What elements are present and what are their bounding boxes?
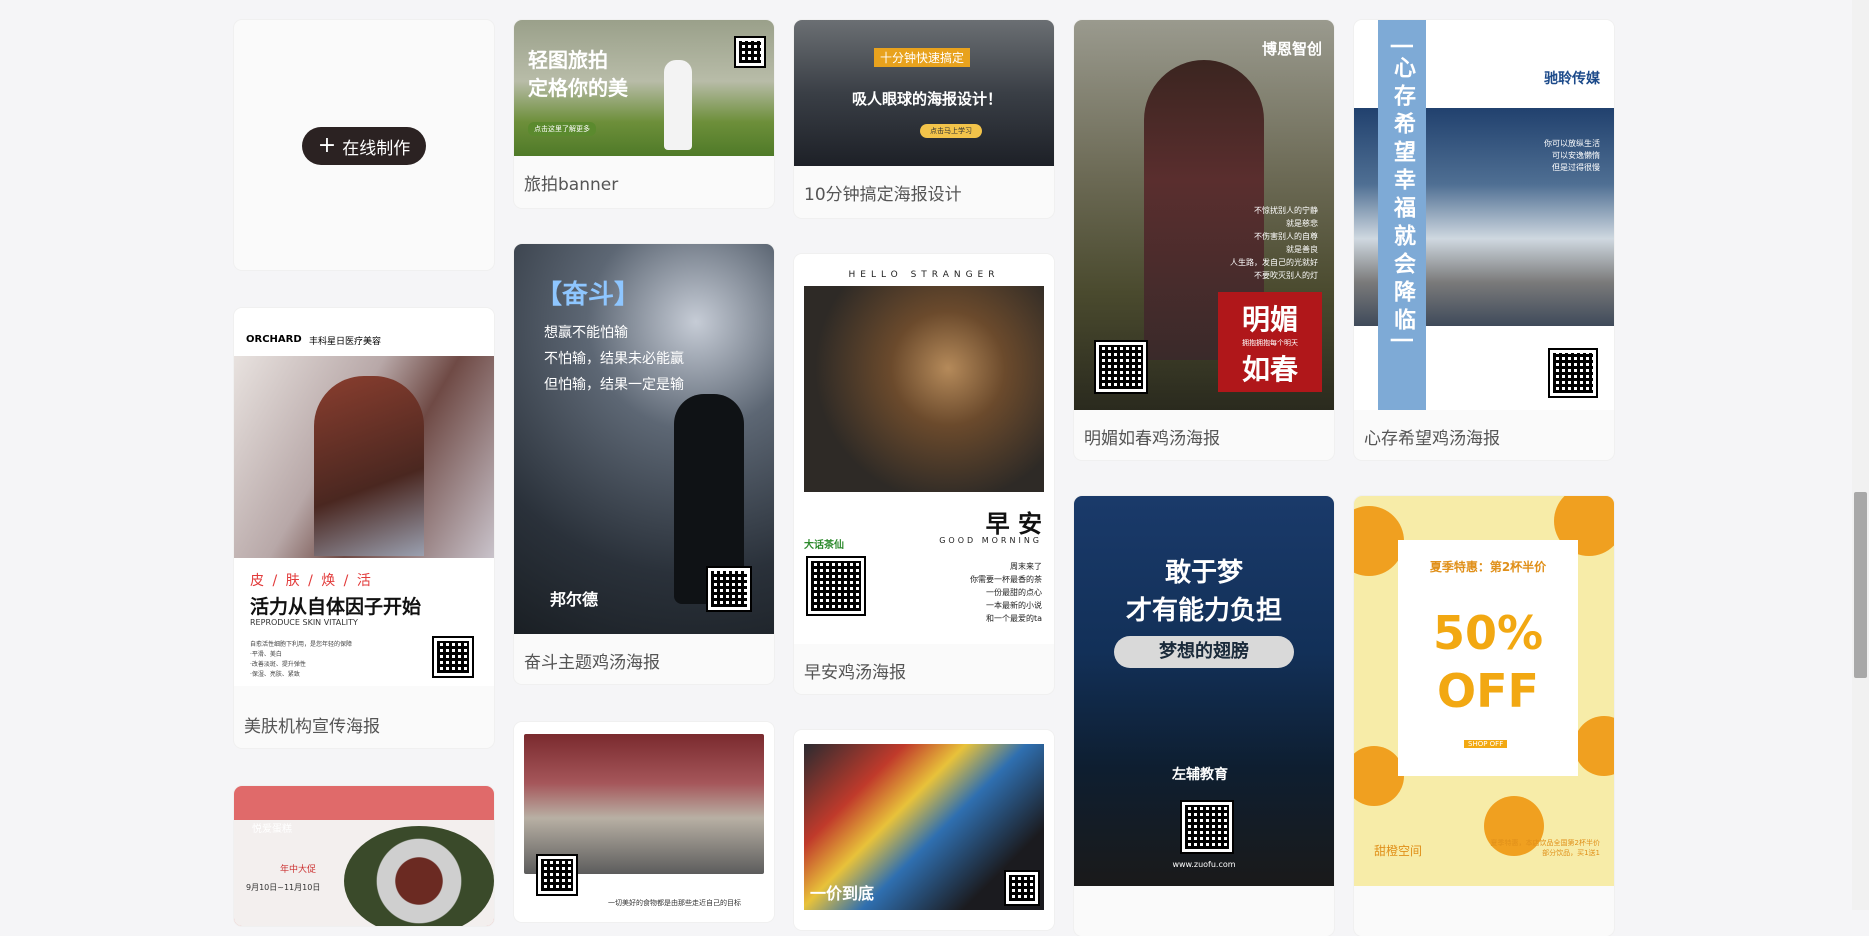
bright-lines: 不惊扰别人的宁静 就是慈悲 不伤害别人的自尊 就是善良 人生路，发自己的光就好 不要吹灭别… <box>1230 206 1318 280</box>
summer-brand: 甜橙空间 <box>1374 844 1423 858</box>
cake-tag: 年中大促 <box>280 865 317 875</box>
travel-thumbnail: 轻图旅拍 定格你的美 点击这里了解更多 <box>514 20 774 156</box>
summer-promo: 夏季特惠：第2杯半价 <box>1429 560 1547 574</box>
cake-thumbnail: 悦爱蛋糕 年中大促 9月10日~11月10日 <box>234 786 494 926</box>
beauty-en: REPRODUCE SKIN VITALITY <box>250 618 358 627</box>
template-card-fight[interactable]: 【奋斗】 想赢不能怕输 不怕输，结果未必能赢 但怕输，结果一定是输 邦尔德 奋斗主题… <box>514 244 774 684</box>
template-card-bright[interactable]: 博恩智创 不惊扰别人的宁静 就是慈悲 不伤害别人的自尊 就是善良 人生路，发自己的光就好… <box>1074 20 1334 460</box>
fight-thumbnail: 【奋斗】 想赢不能怕输 不怕输，结果未必能赢 但怕输，结果一定是输 邦尔德 <box>514 244 774 634</box>
template-card-road[interactable]: 一切美好的食物都是由那些走近自己的目标 <box>514 722 774 922</box>
scrollbar-thumb[interactable] <box>1854 492 1867 678</box>
travel-line1: 轻图旅拍 <box>528 48 608 72</box>
fight-lines: 想赢不能怕输 不怕输，结果未必能赢 但怕输，结果一定是输 <box>544 325 684 393</box>
bright-brand: 博恩智创 <box>1261 40 1322 58</box>
summer-note: 夏季特惠，本店饮品全国第2杯半价 部分饮品，买1送1 <box>1490 839 1600 857</box>
beauty-headline: 活力从自体因子开始 <box>250 596 422 618</box>
card-title: 心存希望鸡汤海报 <box>1364 429 1500 449</box>
template-card-dream[interactable]: 敢于梦 才有能力负担 梦想的翅膀 左辅教育 www.zuofu.com <box>1074 496 1334 936</box>
poster10-thumbnail: 十分钟快速搞定 吸人眼球的海报设计！ 点击马上学习 <box>794 20 1054 166</box>
card-title: 早安鸡汤海报 <box>804 663 906 683</box>
card-title: 美肤机构宣传海报 <box>244 717 380 737</box>
template-card-travel[interactable]: 轻图旅拍 定格你的美 点击这里了解更多 旅拍banner <box>514 20 774 208</box>
summer-shop: SHOP OFF <box>1464 740 1508 748</box>
qr-code-icon <box>806 556 866 616</box>
template-card-stationery[interactable]: 一价到底 <box>794 730 1054 930</box>
bright-thumbnail: 博恩智创 不惊扰别人的宁静 就是慈悲 不伤害别人的自尊 就是善良 人生路，发自己的光就好… <box>1074 20 1334 410</box>
summer-thumbnail: 夏季特惠：第2杯半价 50% OFF SHOP OFF 甜橙空间 夏季特惠，本店… <box>1354 496 1614 886</box>
dream-thumbnail: 敢于梦 才有能力负担 梦想的翅膀 左辅教育 www.zuofu.com <box>1074 496 1334 886</box>
template-card-morning[interactable]: HELLO STRANGER 大话茶仙 早 安 GOOD MORNING 周末来… <box>794 254 1054 694</box>
card-title: 明媚如春鸡汤海报 <box>1084 429 1220 449</box>
poster10-cta: 点击马上学习 <box>920 124 982 138</box>
plus-icon: + <box>317 133 337 158</box>
summer-off: OFF <box>1437 664 1539 718</box>
template-card-poster10[interactable]: 十分钟快速搞定 吸人眼球的海报设计！ 点击马上学习 10分钟搞定海报设计 <box>794 20 1054 218</box>
qr-code-icon <box>1004 870 1040 906</box>
hope-lines: 你可以放纵生活 可以安逸懒惰 但是过得很慢 <box>1544 139 1600 172</box>
morning-brand: 大话茶仙 <box>804 540 844 551</box>
morning-hello: HELLO STRANGER <box>848 270 1000 280</box>
qr-code-icon <box>1548 348 1598 398</box>
hope-thumbnail: |心存希望幸福就会降临| 驰聆传媒 你可以放纵生活 可以安逸懒惰 但是过得很慢 <box>1354 20 1614 410</box>
morning-lines: 周末来了 你需要一杯最香的茶 一份最甜的点心 一本最新的小说 和一个最爱的ta <box>970 562 1042 623</box>
dream-url: www.zuofu.com <box>1172 860 1236 869</box>
qr-code-icon <box>1094 340 1148 394</box>
hope-vertical: |心存希望幸福就会降临| <box>1390 42 1415 351</box>
bright-block: 明媚 拥抱拥抱每个明天 如春 <box>1218 292 1322 392</box>
dream-l2: 才有能力负担 <box>1125 596 1282 626</box>
morning-en: GOOD MORNING <box>939 536 1042 545</box>
morning-thumbnail: HELLO STRANGER 大话茶仙 早 安 GOOD MORNING 周末来… <box>794 254 1054 644</box>
qr-code-icon <box>536 854 578 896</box>
online-create-button[interactable]: + 在线制作 <box>302 127 426 165</box>
qr-code-icon <box>1180 800 1234 854</box>
morning-big: 早 安 <box>985 510 1042 538</box>
template-card-summer[interactable]: 夏季特惠：第2杯半价 50% OFF SHOP OFF 甜橙空间 夏季特惠，本店… <box>1354 496 1614 936</box>
travel-line2: 定格你的美 <box>528 76 628 100</box>
fight-head: 【奋斗】 <box>536 280 641 310</box>
dream-brand: 左辅教育 <box>1172 767 1228 783</box>
poster10-mid: 吸人眼球的海报设计！ <box>852 90 1003 108</box>
fight-logo: 邦尔德 <box>550 590 599 609</box>
card-title: 奋斗主题鸡汤海报 <box>524 653 660 673</box>
template-card-hope[interactable]: |心存希望幸福就会降临| 驰聆传媒 你可以放纵生活 可以安逸懒惰 但是过得很慢 心存… <box>1354 20 1614 460</box>
card-title: 10分钟搞定海报设计 <box>804 185 962 205</box>
dream-pill: 梦想的翅膀 <box>1114 636 1294 668</box>
cake-brand: 悦爱蛋糕 <box>252 824 292 835</box>
poster10-top: 十分钟快速搞定 <box>874 48 971 67</box>
qr-code-icon <box>432 636 474 678</box>
beauty-photo <box>234 356 494 558</box>
beauty-bullets: 自愈活性细胞下利用，是您年轻的保障 ·平滑、美白 ·改善淡斑、提升弹性 ·保湿、亮肤、… <box>250 641 353 678</box>
page-scrollbar[interactable] <box>1852 0 1869 910</box>
cake-date: 9月10日~11月10日 <box>246 883 321 892</box>
beauty-tag: 皮 / 肤 / 焕 / 活 <box>250 573 373 589</box>
stationery-thumbnail: 一价到底 <box>794 730 1054 930</box>
summer-pct: 50% <box>1432 606 1544 660</box>
beauty-subtitle: 丰科星日医疗美容 <box>309 337 382 347</box>
card-title: 旅拍banner <box>524 175 619 195</box>
qr-code-icon <box>734 36 766 68</box>
road-line: 一切美好的食物都是由那些走近自己的目标 <box>608 899 741 907</box>
qr-code-icon <box>706 566 752 612</box>
road-thumbnail: 一切美好的食物都是由那些走近自己的目标 <box>514 722 774 922</box>
stationery-big: 一价到底 <box>810 884 875 903</box>
dream-l1: 敢于梦 <box>1164 558 1243 588</box>
hope-brand: 驰聆传媒 <box>1544 71 1600 87</box>
create-card: + 在线制作 <box>234 20 494 270</box>
beauty-brand: ORCHARD <box>246 334 302 345</box>
beauty-thumbnail: ORCHARD 丰科星日医疗美容 皮 / 肤 / 焕 / 活 活力从自体因子开始… <box>234 308 494 686</box>
travel-tag: 点击这里了解更多 <box>528 122 596 136</box>
template-card-cake[interactable]: 悦爱蛋糕 年中大促 9月10日~11月10日 <box>234 786 494 926</box>
template-card-beauty[interactable]: ORCHARD 丰科星日医疗美容 皮 / 肤 / 焕 / 活 活力从自体因子开始… <box>234 308 494 748</box>
